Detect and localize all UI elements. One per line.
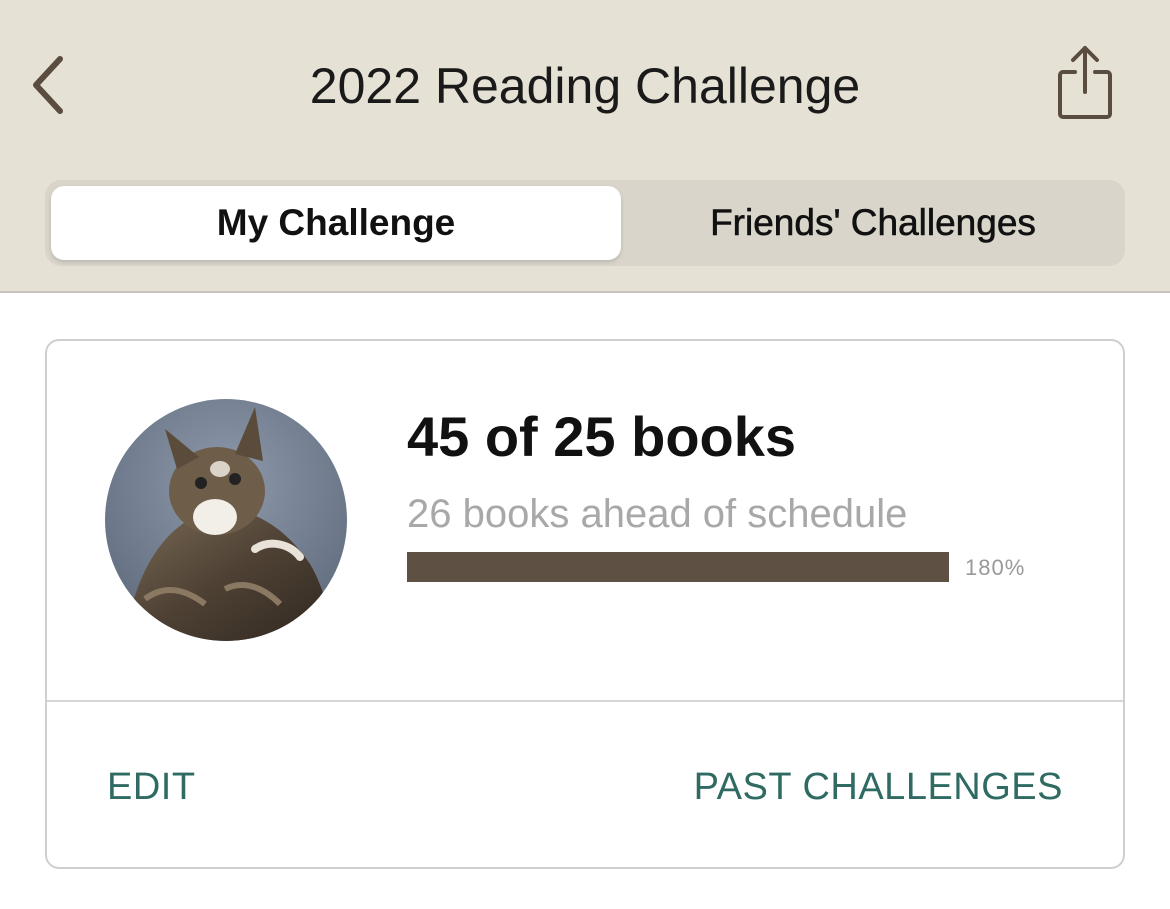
tab-friends-challenges[interactable]: Friends' Challenges: [625, 186, 1121, 260]
avatar: [105, 399, 347, 641]
share-icon: [1058, 46, 1112, 119]
progress-bar-fill: [407, 552, 949, 582]
divider: [47, 700, 1123, 702]
schedule-status: 26 books ahead of schedule: [407, 492, 908, 536]
edit-button[interactable]: EDIT: [107, 764, 196, 810]
cat-photo-icon: [105, 399, 347, 641]
past-challenges-button[interactable]: PAST CHALLENGES: [694, 764, 1063, 810]
progress-percent: 180%: [965, 555, 1026, 580]
header: 2022 Reading Challenge My Challenge Frie…: [0, 0, 1170, 293]
challenge-card: 45 of 25 books 26 books ahead of schedul…: [45, 339, 1125, 869]
share-button[interactable]: [1050, 42, 1120, 122]
page-title: 2022 Reading Challenge: [309, 58, 861, 114]
books-count: 45 of 25 books: [407, 405, 797, 468]
progress-bar: [407, 552, 949, 582]
segmented-control: My Challenge Friends' Challenges: [45, 180, 1125, 266]
tab-my-challenge[interactable]: My Challenge: [51, 186, 621, 260]
